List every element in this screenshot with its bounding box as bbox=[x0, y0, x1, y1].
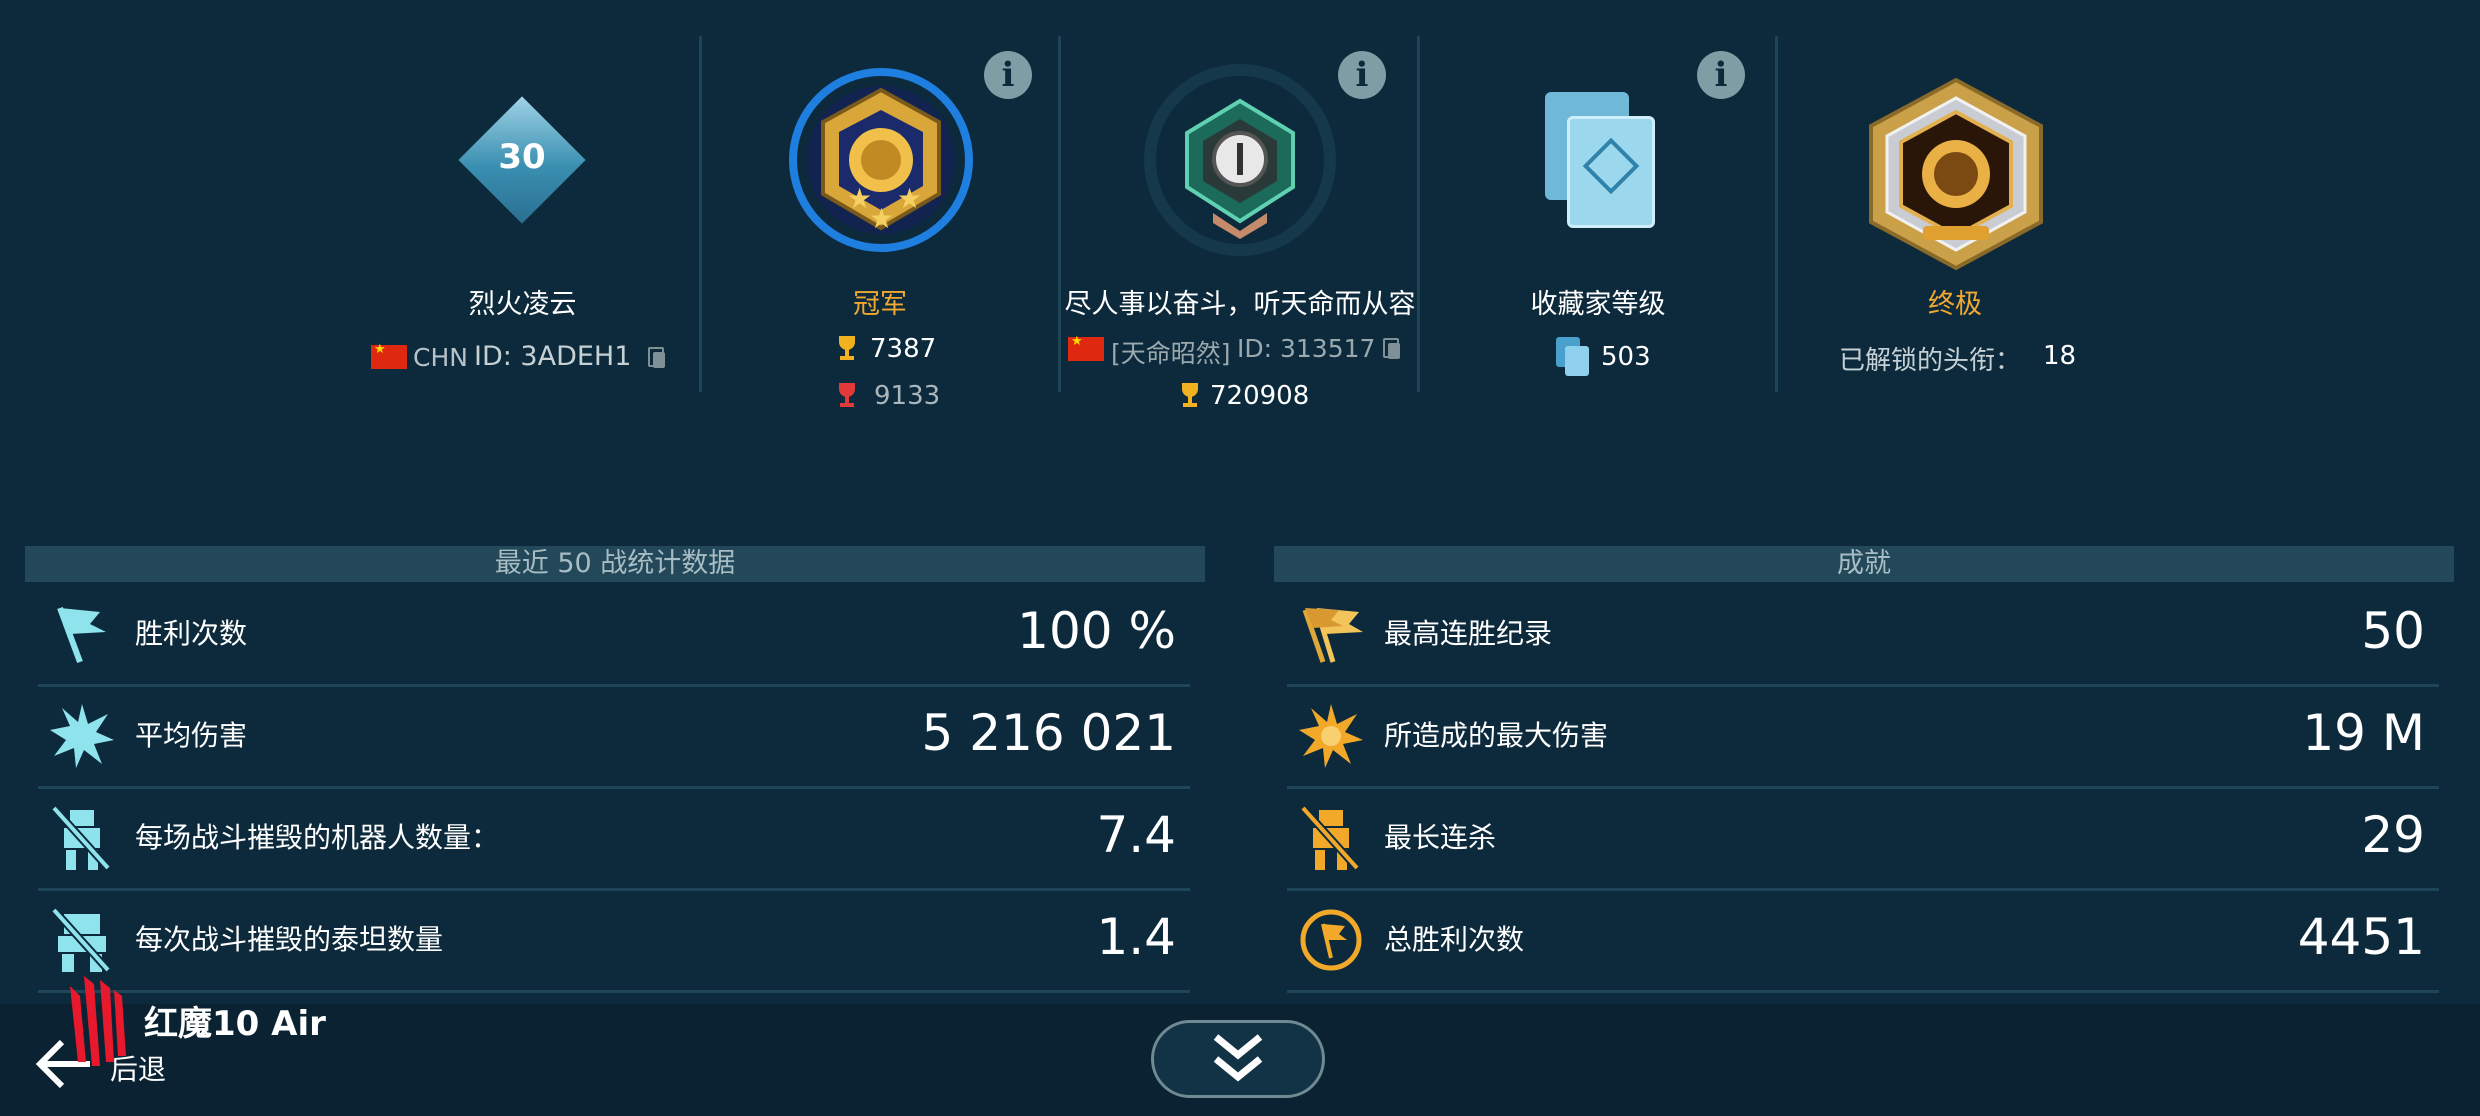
achievement-label: 所造成的最大伤害 bbox=[1384, 719, 1609, 752]
flag-icon bbox=[50, 602, 114, 666]
robot-crossed-icon bbox=[50, 805, 114, 871]
stat-row: 平均伤害 5 216 021 bbox=[38, 686, 1190, 789]
achievement-value: 50 bbox=[2361, 602, 2425, 660]
stat-label: 平均伤害 bbox=[135, 719, 248, 752]
clan-trophies: 720908 bbox=[1210, 381, 1310, 411]
league-trophies: 7387 bbox=[870, 334, 937, 364]
red-magic-logo-icon bbox=[70, 976, 126, 1066]
max-trophy-icon bbox=[836, 383, 858, 409]
stat-value: 5 216 021 bbox=[921, 704, 1176, 762]
collector-title: 收藏家等级 bbox=[1530, 289, 1666, 320]
title-emblem-icon bbox=[1863, 76, 2049, 272]
double-chevron-down-icon bbox=[1213, 1034, 1263, 1082]
copy-icon[interactable] bbox=[1383, 338, 1400, 359]
stat-label: 胜利次数 bbox=[135, 617, 248, 650]
level-number: 30 bbox=[498, 137, 546, 177]
divider bbox=[1058, 36, 1061, 392]
achievement-value: 29 bbox=[2361, 806, 2425, 864]
trophy-icon bbox=[1179, 383, 1201, 409]
title-name: 终极 bbox=[1928, 289, 1982, 320]
league-name: 冠军 bbox=[853, 289, 907, 320]
stat-row: 每场战斗摧毁的机器人数量： 7.4 bbox=[38, 788, 1190, 891]
flag-icon bbox=[1068, 334, 1104, 361]
flags-icon bbox=[1299, 602, 1363, 666]
titan-crossed-icon bbox=[50, 907, 114, 973]
achievement-value: 19 M bbox=[2302, 704, 2425, 762]
max-trophies: 9133 bbox=[874, 381, 941, 411]
expand-button[interactable] bbox=[1151, 1020, 1325, 1098]
flag-icon bbox=[371, 342, 407, 369]
recent-stats-header: 最近 50 战统计数据 bbox=[25, 546, 1205, 582]
stat-value: 7.4 bbox=[1096, 806, 1176, 864]
trophy-icon bbox=[836, 336, 858, 362]
clan-name: 尽人事以奋斗，听天命而从容 bbox=[1064, 289, 1416, 320]
stat-row: 胜利次数 100 % bbox=[38, 584, 1190, 687]
achievements-header: 成就 bbox=[1274, 546, 2454, 582]
unlocked-titles-label: 已解锁的头衔： bbox=[1839, 346, 2022, 376]
collector-cards-icon bbox=[1545, 92, 1657, 232]
clan-id: ID: 313517 bbox=[1237, 334, 1376, 363]
player-id: ID: 3ADEH1 bbox=[474, 341, 632, 372]
info-icon[interactable]: i bbox=[1338, 51, 1386, 99]
achievement-row: 最高连胜纪录 50 bbox=[1287, 584, 2439, 687]
explosion-icon bbox=[50, 704, 114, 768]
svg-text:★: ★ bbox=[869, 202, 894, 235]
robot-crossed-icon bbox=[1299, 805, 1363, 871]
device-watermark: 红魔10 Air bbox=[60, 966, 340, 1076]
unlocked-titles-count: 18 bbox=[2043, 341, 2077, 371]
league-emblem-icon: ★ ★ ★ bbox=[787, 66, 975, 254]
svg-text:★: ★ bbox=[897, 182, 922, 215]
clan-tag: [天命昭然] bbox=[1111, 339, 1231, 368]
divider bbox=[1775, 36, 1778, 392]
divider bbox=[1417, 36, 1420, 392]
device-name: 红魔10 Air bbox=[144, 1004, 326, 1044]
stat-label: 每次战斗摧毁的泰坦数量 bbox=[135, 923, 444, 956]
collector-value: 503 bbox=[1601, 342, 1651, 372]
clan-emblem-icon bbox=[1143, 63, 1337, 257]
achievement-row: 总胜利次数 4451 bbox=[1287, 890, 2439, 993]
stat-label: 每场战斗摧毁的机器人数量： bbox=[135, 821, 500, 854]
achievement-value: 4451 bbox=[2297, 908, 2425, 966]
info-icon[interactable]: i bbox=[984, 51, 1032, 99]
achievement-label: 最长连杀 bbox=[1384, 821, 1497, 854]
level-badge: 30 bbox=[458, 96, 586, 224]
flag-circle-icon bbox=[1299, 908, 1363, 972]
info-icon[interactable]: i bbox=[1697, 51, 1745, 99]
copy-icon[interactable] bbox=[648, 347, 665, 368]
stat-value: 1.4 bbox=[1096, 908, 1176, 966]
cards-icon bbox=[1556, 337, 1590, 377]
explosion-icon bbox=[1299, 704, 1363, 768]
player-name: 烈火凌云 bbox=[468, 289, 577, 320]
achievement-row: 最长连杀 29 bbox=[1287, 788, 2439, 891]
stat-value: 100 % bbox=[1017, 602, 1176, 660]
achievement-row: 所造成的最大伤害 19 M bbox=[1287, 686, 2439, 789]
divider bbox=[699, 36, 702, 392]
achievement-label: 最高连胜纪录 bbox=[1384, 617, 1553, 650]
player-country: CHN bbox=[413, 343, 468, 372]
achievement-label: 总胜利次数 bbox=[1384, 923, 1525, 956]
